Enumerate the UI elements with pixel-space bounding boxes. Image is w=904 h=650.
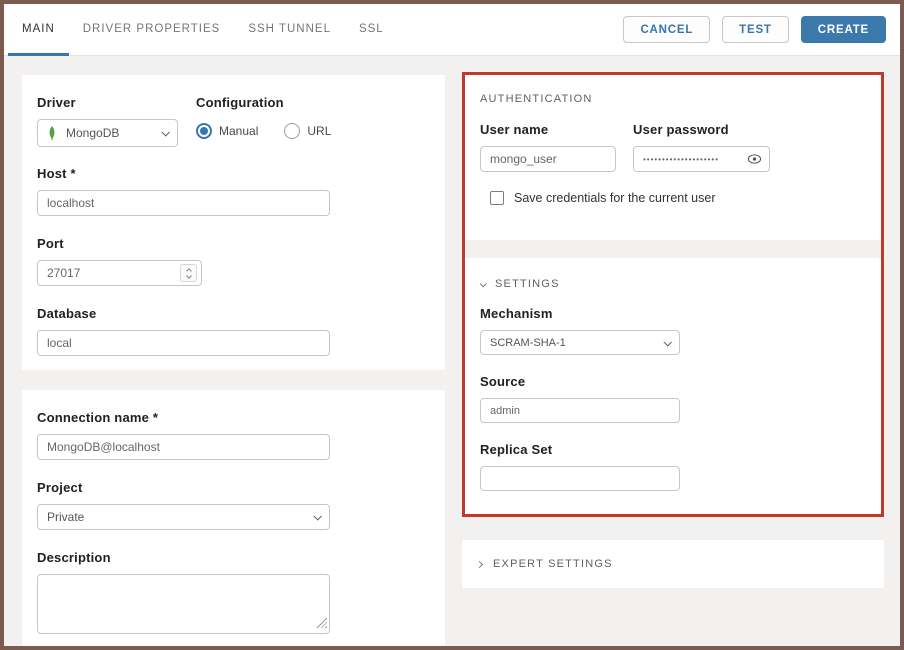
expert-settings-card: EXPERT SETTINGS — [462, 540, 884, 588]
connection-name-label: Connection name * — [37, 410, 430, 425]
configuration-url-radio[interactable]: URL — [284, 123, 331, 139]
driver-label: Driver — [37, 95, 196, 110]
settings-section-header[interactable]: SETTINGS — [465, 258, 881, 290]
replica-set-label: Replica Set — [480, 442, 866, 457]
radio-selected-icon — [196, 123, 212, 139]
chevron-down-icon — [313, 512, 321, 520]
save-credentials-checkbox-row[interactable]: Save credentials for the current user — [490, 191, 866, 205]
tab-main-label: MAIN — [22, 23, 55, 35]
settings-card: SETTINGS Mechanism SCRAM-SHA-1 Source Re… — [465, 258, 881, 514]
authentication-highlight-box: AUTHENTICATION User name User password — [462, 72, 884, 517]
mechanism-label: Mechanism — [480, 306, 866, 321]
chevron-down-icon — [663, 338, 671, 346]
stepper-down-icon — [186, 273, 192, 279]
create-button[interactable]: CREATE — [801, 16, 886, 43]
radio-unselected-icon — [284, 123, 300, 139]
mechanism-select[interactable]: SCRAM-SHA-1 — [480, 330, 680, 355]
settings-section-title: SETTINGS — [495, 278, 560, 290]
tab-ssh-tunnel[interactable]: SSH TUNNEL — [234, 4, 345, 56]
tab-driver-properties-label: DRIVER PROPERTIES — [83, 23, 221, 35]
authentication-section-title: AUTHENTICATION — [480, 93, 866, 105]
driver-select-value: MongoDB — [66, 126, 162, 140]
tab-main[interactable]: MAIN — [8, 4, 69, 56]
connection-identity-card: Connection name * Project Private Descri… — [22, 390, 445, 646]
checkbox-unchecked-icon[interactable] — [490, 191, 504, 205]
authentication-card: AUTHENTICATION User name User password — [465, 75, 881, 240]
configuration-manual-radio[interactable]: Manual — [196, 123, 258, 139]
source-label: Source — [480, 374, 866, 389]
tab-ssh-tunnel-label: SSH TUNNEL — [248, 23, 331, 35]
tab-driver-properties[interactable]: DRIVER PROPERTIES — [69, 4, 235, 56]
description-textarea[interactable] — [37, 574, 330, 634]
database-label: Database — [37, 306, 430, 321]
source-input[interactable] — [480, 398, 680, 423]
eye-icon[interactable] — [747, 152, 762, 166]
mongodb-leaf-icon — [47, 126, 57, 141]
port-input[interactable] — [37, 260, 202, 286]
chevron-down-icon — [480, 280, 487, 287]
configuration-label: Configuration — [196, 95, 331, 110]
mechanism-select-value: SCRAM-SHA-1 — [490, 337, 664, 349]
chevron-right-icon — [476, 560, 483, 567]
connection-params-card: Driver MongoDB Configuration Ma — [22, 75, 445, 370]
port-label: Port — [37, 236, 430, 251]
user-name-input[interactable] — [480, 146, 616, 172]
expert-settings-title: EXPERT SETTINGS — [493, 558, 613, 570]
project-select-value: Private — [47, 510, 314, 524]
save-credentials-label: Save credentials for the current user — [514, 191, 716, 205]
tab-bar: MAIN DRIVER PROPERTIES SSH TUNNEL SSL — [8, 4, 398, 55]
expert-settings-header[interactable]: EXPERT SETTINGS — [477, 558, 613, 570]
host-input[interactable] — [37, 190, 330, 216]
port-stepper[interactable] — [180, 264, 197, 282]
database-input[interactable] — [37, 330, 330, 356]
tab-ssl-label: SSL — [359, 23, 384, 35]
user-name-label: User name — [480, 122, 633, 137]
section-gap — [465, 240, 881, 258]
host-label: Host * — [37, 166, 430, 181]
cancel-button[interactable]: CANCEL — [623, 16, 710, 43]
replica-set-input[interactable] — [480, 466, 680, 491]
configuration-url-label: URL — [307, 124, 331, 138]
user-password-label: User password — [633, 122, 770, 137]
connection-dialog-window: MAIN DRIVER PROPERTIES SSH TUNNEL SSL CA… — [0, 0, 904, 650]
tab-ssl[interactable]: SSL — [345, 4, 398, 56]
project-select[interactable]: Private — [37, 504, 330, 530]
project-label: Project — [37, 480, 430, 495]
chevron-down-icon — [161, 128, 169, 136]
header-bar: MAIN DRIVER PROPERTIES SSH TUNNEL SSL CA… — [4, 4, 900, 56]
driver-select[interactable]: MongoDB — [37, 119, 178, 147]
connection-name-input[interactable] — [37, 434, 330, 460]
description-label: Description — [37, 550, 430, 565]
configuration-manual-label: Manual — [219, 124, 258, 138]
header-actions: CANCEL TEST CREATE — [623, 4, 886, 55]
test-button[interactable]: TEST — [722, 16, 789, 43]
